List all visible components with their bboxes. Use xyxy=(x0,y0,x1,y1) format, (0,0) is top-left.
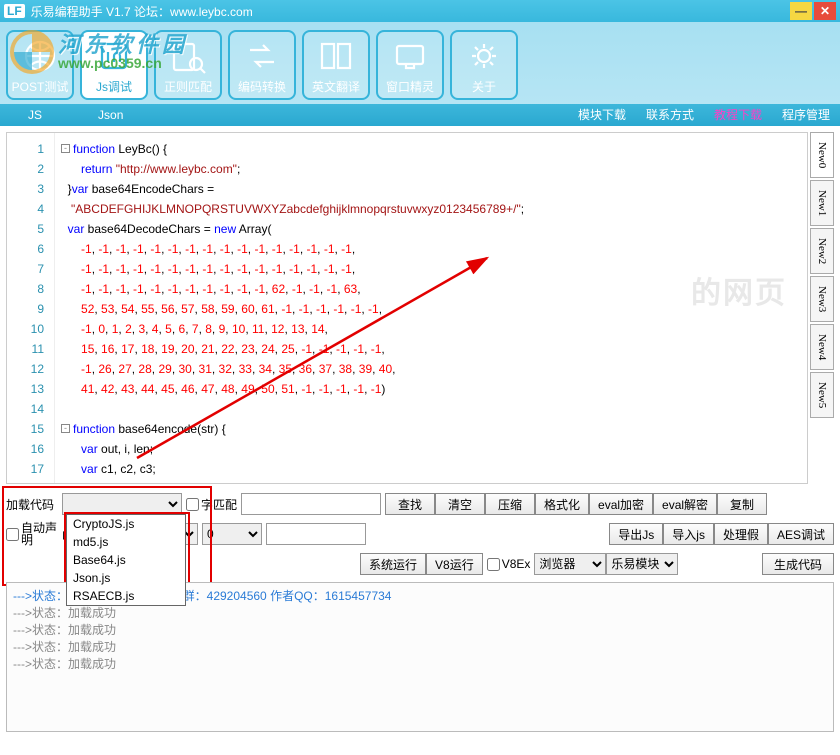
minimize-button[interactable]: — xyxy=(790,2,812,20)
tool-window-sprite[interactable]: 窗口精灵 xyxy=(376,30,444,100)
log-line: --->状态：加载成功 xyxy=(13,655,827,672)
side-tabs: New0New1New2New3New4New5 xyxy=(810,132,834,484)
tool-js-debug[interactable]: Js调试 xyxy=(80,30,148,100)
link-3[interactable]: 程序管理 xyxy=(772,108,840,122)
auto-decl-checkbox[interactable]: 自动声明 xyxy=(6,522,58,546)
tab-json[interactable]: Json xyxy=(70,108,151,122)
search-input[interactable] xyxy=(241,493,381,515)
sel-r3-0[interactable]: 浏览器 xyxy=(534,553,606,575)
btn-r1-6[interactable]: 复制 xyxy=(717,493,767,515)
code-editor[interactable]: 1 2 3 4 5 6 7 8 9 10 11 12 13 14 15 16 1… xyxy=(6,132,808,484)
window-title: 乐易编程助手 V1.7 论坛：www.leybc.com xyxy=(31,3,788,20)
btn-r1-0[interactable]: 查找 xyxy=(385,493,435,515)
sidetab-new1[interactable]: New1 xyxy=(810,180,834,226)
r2-input[interactable] xyxy=(266,523,366,545)
sidetab-new2[interactable]: New2 xyxy=(810,228,834,274)
dropdown-item-4[interactable]: RSAECB.js xyxy=(67,587,185,605)
link-0[interactable]: 模块下载 xyxy=(568,108,636,122)
code-content[interactable]: -function LeyBc() { return "http://www.l… xyxy=(55,133,807,483)
tab-bar: JSJson 模块下载联系方式教程下载程序管理 xyxy=(0,104,840,126)
btn-r2-2[interactable]: 处理假 xyxy=(714,523,768,545)
v8ex-checkbox[interactable]: V8Ex xyxy=(487,557,531,571)
btn-r1-2[interactable]: 压缩 xyxy=(485,493,535,515)
btn-r1-1[interactable]: 清空 xyxy=(435,493,485,515)
close-button[interactable]: ✕ xyxy=(814,2,836,20)
btn-r3l-1[interactable]: V8运行 xyxy=(426,553,483,575)
gen-code-button[interactable]: 生成代码 xyxy=(762,553,834,575)
btn-r2-1[interactable]: 导入js xyxy=(663,523,714,545)
toolbar: POST测试Js调试正则匹配编码转换英文翻译窗口精灵关于 xyxy=(0,22,840,104)
btn-r1-3[interactable]: 格式化 xyxy=(535,493,589,515)
sel-r3-1[interactable]: 乐易模块 xyxy=(606,553,678,575)
tool-en-translate[interactable]: 英文翻译 xyxy=(302,30,370,100)
log-line: --->状态：加载成功 xyxy=(13,621,827,638)
tool-about[interactable]: 关于 xyxy=(450,30,518,100)
load-code-select[interactable] xyxy=(62,493,182,515)
btn-r1-4[interactable]: eval加密 xyxy=(589,493,653,515)
link-2[interactable]: 教程下载 xyxy=(704,108,772,122)
sidetab-new4[interactable]: New4 xyxy=(810,324,834,370)
btn-r2-0[interactable]: 导出Js xyxy=(609,523,663,545)
btn-r1-5[interactable]: eval解密 xyxy=(653,493,717,515)
sidetab-new0[interactable]: New0 xyxy=(810,132,834,178)
char-match-checkbox[interactable]: 字匹配 xyxy=(186,496,237,513)
titlebar: LF 乐易编程助手 V1.7 论坛：www.leybc.com — ✕ xyxy=(0,0,840,22)
btn-r2-3[interactable]: AES调试 xyxy=(768,523,834,545)
log-line: --->状态：加载成功 xyxy=(13,604,827,621)
load-code-dropdown[interactable]: CryptoJS.jsmd5.jsBase64.jsJson.jsRSAECB.… xyxy=(66,514,186,606)
tool-regex-match[interactable]: 正则匹配 xyxy=(154,30,222,100)
load-code-label: 加载代码 xyxy=(6,496,58,513)
btn-r3l-0[interactable]: 系统运行 xyxy=(360,553,426,575)
zero-select[interactable]: 0 xyxy=(202,523,262,545)
dropdown-item-2[interactable]: Base64.js xyxy=(67,551,185,569)
dropdown-item-3[interactable]: Json.js xyxy=(67,569,185,587)
sidetab-new3[interactable]: New3 xyxy=(810,276,834,322)
tool-post-test[interactable]: POST测试 xyxy=(6,30,74,100)
tab-js[interactable]: JS xyxy=(0,108,70,122)
line-gutter: 1 2 3 4 5 6 7 8 9 10 11 12 13 14 15 16 1… xyxy=(7,133,55,483)
app-icon: LF xyxy=(4,4,25,18)
tool-encode-convert[interactable]: 编码转换 xyxy=(228,30,296,100)
sidetab-new5[interactable]: New5 xyxy=(810,372,834,418)
log-line: --->状态：加载成功 xyxy=(13,638,827,655)
dropdown-item-0[interactable]: CryptoJS.js xyxy=(67,515,185,533)
link-1[interactable]: 联系方式 xyxy=(636,108,704,122)
control-panel: 加载代码 字匹配 查找清空压缩格式化eval加密eval解密复制 自动声明 函 … xyxy=(6,492,834,576)
dropdown-item-1[interactable]: md5.js xyxy=(67,533,185,551)
